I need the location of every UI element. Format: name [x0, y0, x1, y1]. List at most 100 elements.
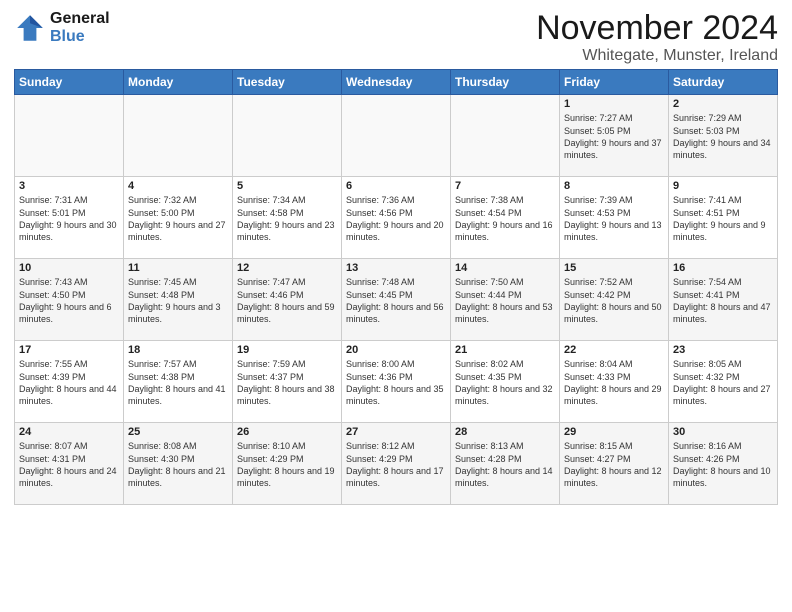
day-info: Sunrise: 7:45 AMSunset: 4:48 PMDaylight:…	[128, 276, 228, 325]
calendar-header-row: SundayMondayTuesdayWednesdayThursdayFrid…	[15, 70, 778, 95]
weekday-header-thursday: Thursday	[451, 70, 560, 95]
header-row: General Blue November 2024 Whitegate, Mu…	[14, 10, 778, 65]
day-number: 11	[128, 262, 228, 274]
day-info: Sunrise: 7:57 AMSunset: 4:38 PMDaylight:…	[128, 358, 228, 407]
logo: General Blue	[14, 10, 110, 46]
day-info: Sunrise: 7:59 AMSunset: 4:37 PMDaylight:…	[237, 358, 337, 407]
weekday-header-sunday: Sunday	[15, 70, 124, 95]
day-info: Sunrise: 8:15 AMSunset: 4:27 PMDaylight:…	[564, 440, 664, 489]
logo-icon	[14, 12, 46, 44]
logo-text: General Blue	[50, 10, 110, 46]
day-number: 24	[19, 426, 119, 438]
calendar-cell: 6 Sunrise: 7:36 AMSunset: 4:56 PMDaylight…	[342, 177, 451, 259]
weekday-header-wednesday: Wednesday	[342, 70, 451, 95]
calendar-cell: 21 Sunrise: 8:02 AMSunset: 4:35 PMDayligh…	[451, 341, 560, 423]
day-number: 17	[19, 344, 119, 356]
day-number: 2	[673, 98, 773, 110]
day-info: Sunrise: 8:05 AMSunset: 4:32 PMDaylight:…	[673, 358, 773, 407]
day-number: 26	[237, 426, 337, 438]
calendar-cell: 13 Sunrise: 7:48 AMSunset: 4:45 PMDayligh…	[342, 259, 451, 341]
day-number: 6	[346, 180, 446, 192]
calendar-cell: 3 Sunrise: 7:31 AMSunset: 5:01 PMDaylight…	[15, 177, 124, 259]
day-number: 10	[19, 262, 119, 274]
day-number: 20	[346, 344, 446, 356]
calendar-cell: 18 Sunrise: 7:57 AMSunset: 4:38 PMDayligh…	[124, 341, 233, 423]
day-info: Sunrise: 8:07 AMSunset: 4:31 PMDaylight:…	[19, 440, 119, 489]
calendar-cell: 17Sunrise: 7:55 AMSunset: 4:39 PMDayligh…	[15, 341, 124, 423]
calendar-cell: 30 Sunrise: 8:16 AMSunset: 4:26 PMDayligh…	[669, 423, 778, 505]
day-number: 18	[128, 344, 228, 356]
day-info: Sunrise: 7:39 AMSunset: 4:53 PMDaylight:…	[564, 194, 664, 243]
day-number: 23	[673, 344, 773, 356]
day-number: 25	[128, 426, 228, 438]
day-number: 14	[455, 262, 555, 274]
day-info: Sunrise: 7:29 AMSunset: 5:03 PMDaylight:…	[673, 112, 773, 161]
day-info: Sunrise: 7:50 AMSunset: 4:44 PMDaylight:…	[455, 276, 555, 325]
calendar-cell: 10 Sunrise: 7:43 AMSunset: 4:50 PMDayligh…	[15, 259, 124, 341]
calendar-cell: 25 Sunrise: 8:08 AMSunset: 4:30 PMDayligh…	[124, 423, 233, 505]
calendar-cell: 1Sunrise: 7:27 AMSunset: 5:05 PMDaylight…	[560, 95, 669, 177]
calendar-week-row: 3 Sunrise: 7:31 AMSunset: 5:01 PMDaylight…	[15, 177, 778, 259]
day-info: Sunrise: 8:16 AMSunset: 4:26 PMDaylight:…	[673, 440, 773, 489]
day-info: Sunrise: 7:27 AMSunset: 5:05 PMDaylight:…	[564, 112, 664, 161]
calendar-cell: 2 Sunrise: 7:29 AMSunset: 5:03 PMDaylight…	[669, 95, 778, 177]
calendar-cell: 7Sunrise: 7:38 AMSunset: 4:54 PMDaylight…	[451, 177, 560, 259]
calendar-cell: 22 Sunrise: 8:04 AMSunset: 4:33 PMDayligh…	[560, 341, 669, 423]
day-info: Sunrise: 8:13 AMSunset: 4:28 PMDaylight:…	[455, 440, 555, 489]
weekday-header-saturday: Saturday	[669, 70, 778, 95]
day-info: Sunrise: 7:31 AMSunset: 5:01 PMDaylight:…	[19, 194, 119, 243]
day-number: 28	[455, 426, 555, 438]
day-number: 13	[346, 262, 446, 274]
calendar-cell: 20 Sunrise: 8:00 AMSunset: 4:36 PMDayligh…	[342, 341, 451, 423]
day-number: 22	[564, 344, 664, 356]
day-number: 15	[564, 262, 664, 274]
calendar-cell: 28 Sunrise: 8:13 AMSunset: 4:28 PMDayligh…	[451, 423, 560, 505]
day-info: Sunrise: 7:47 AMSunset: 4:46 PMDaylight:…	[237, 276, 337, 325]
calendar-week-row: 17Sunrise: 7:55 AMSunset: 4:39 PMDayligh…	[15, 341, 778, 423]
day-info: Sunrise: 7:43 AMSunset: 4:50 PMDaylight:…	[19, 276, 119, 325]
day-info: Sunrise: 8:12 AMSunset: 4:29 PMDaylight:…	[346, 440, 446, 489]
day-number: 9	[673, 180, 773, 192]
day-info: Sunrise: 7:48 AMSunset: 4:45 PMDaylight:…	[346, 276, 446, 325]
day-info: Sunrise: 7:34 AMSunset: 4:58 PMDaylight:…	[237, 194, 337, 243]
calendar-week-row: 10 Sunrise: 7:43 AMSunset: 4:50 PMDayligh…	[15, 259, 778, 341]
day-number: 5	[237, 180, 337, 192]
calendar-week-row: 1Sunrise: 7:27 AMSunset: 5:05 PMDaylight…	[15, 95, 778, 177]
day-info: Sunrise: 8:04 AMSunset: 4:33 PMDaylight:…	[564, 358, 664, 407]
month-title: November 2024	[536, 10, 778, 47]
calendar-cell: 29 Sunrise: 8:15 AMSunset: 4:27 PMDayligh…	[560, 423, 669, 505]
weekday-header-monday: Monday	[124, 70, 233, 95]
calendar-cell: 23 Sunrise: 8:05 AMSunset: 4:32 PMDayligh…	[669, 341, 778, 423]
calendar-cell: 9Sunrise: 7:41 AMSunset: 4:51 PMDaylight…	[669, 177, 778, 259]
calendar-cell: 15 Sunrise: 7:52 AMSunset: 4:42 PMDayligh…	[560, 259, 669, 341]
day-number: 21	[455, 344, 555, 356]
calendar-cell: 19 Sunrise: 7:59 AMSunset: 4:37 PMDayligh…	[233, 341, 342, 423]
day-number: 16	[673, 262, 773, 274]
calendar-cell: 11 Sunrise: 7:45 AMSunset: 4:48 PMDayligh…	[124, 259, 233, 341]
day-info: Sunrise: 7:36 AMSunset: 4:56 PMDaylight:…	[346, 194, 446, 243]
day-number: 27	[346, 426, 446, 438]
calendar-cell	[342, 95, 451, 177]
location-subtitle: Whitegate, Munster, Ireland	[536, 47, 778, 65]
day-number: 30	[673, 426, 773, 438]
calendar-cell: 4Sunrise: 7:32 AMSunset: 5:00 PMDaylight…	[124, 177, 233, 259]
calendar-cell: 5 Sunrise: 7:34 AMSunset: 4:58 PMDaylight…	[233, 177, 342, 259]
calendar-cell	[124, 95, 233, 177]
weekday-header-friday: Friday	[560, 70, 669, 95]
day-number: 12	[237, 262, 337, 274]
calendar-cell	[15, 95, 124, 177]
page-container: General Blue November 2024 Whitegate, Mu…	[0, 0, 792, 511]
weekday-header-tuesday: Tuesday	[233, 70, 342, 95]
day-info: Sunrise: 8:02 AMSunset: 4:35 PMDaylight:…	[455, 358, 555, 407]
day-number: 29	[564, 426, 664, 438]
day-info: Sunrise: 7:52 AMSunset: 4:42 PMDaylight:…	[564, 276, 664, 325]
day-info: Sunrise: 8:08 AMSunset: 4:30 PMDaylight:…	[128, 440, 228, 489]
calendar-table: SundayMondayTuesdayWednesdayThursdayFrid…	[14, 69, 778, 505]
day-info: Sunrise: 8:00 AMSunset: 4:36 PMDaylight:…	[346, 358, 446, 407]
day-number: 19	[237, 344, 337, 356]
title-section: November 2024 Whitegate, Munster, Irelan…	[536, 10, 778, 65]
calendar-cell: 26Sunrise: 8:10 AMSunset: 4:29 PMDayligh…	[233, 423, 342, 505]
calendar-cell	[233, 95, 342, 177]
calendar-cell: 24 Sunrise: 8:07 AMSunset: 4:31 PMDayligh…	[15, 423, 124, 505]
day-number: 3	[19, 180, 119, 192]
